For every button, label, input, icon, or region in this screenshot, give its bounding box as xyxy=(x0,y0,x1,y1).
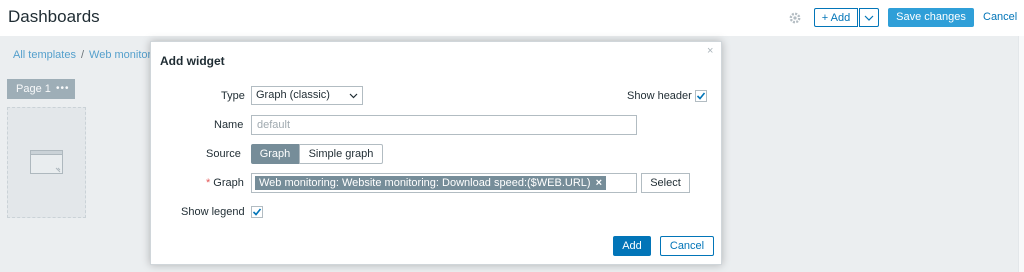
chevron-down-icon xyxy=(349,88,358,108)
gear-icon[interactable] xyxy=(788,11,802,25)
remove-chip-icon[interactable]: × xyxy=(596,177,602,189)
graph-label: * Graph xyxy=(206,177,244,189)
select-graph-button[interactable]: Select xyxy=(641,173,690,193)
add-button[interactable]: + Add xyxy=(814,8,858,27)
cancel-button[interactable]: Cancel xyxy=(660,236,714,256)
add-menu-button[interactable] xyxy=(859,8,879,27)
cancel-link[interactable]: Cancel xyxy=(983,11,1017,23)
graph-multiselect[interactable]: Web monitoring: Website monitoring: Down… xyxy=(251,173,637,193)
close-icon[interactable]: × xyxy=(707,45,713,57)
show-header-checkbox[interactable] xyxy=(695,90,707,102)
graph-chip: Web monitoring: Website monitoring: Down… xyxy=(255,176,607,190)
graph-label-text: Graph xyxy=(213,177,244,189)
type-label: Type xyxy=(221,90,245,102)
source-label: Source xyxy=(206,148,241,160)
show-header-label: Show header xyxy=(627,90,692,102)
show-legend-checkbox[interactable] xyxy=(251,206,263,218)
type-select-value: Graph (classic) xyxy=(256,89,330,101)
add-widget-dialog: Add widget × Type Graph (classic) Show h… xyxy=(150,41,722,265)
add-widget-button[interactable]: Add xyxy=(613,236,651,256)
top-header: Dashboards + Add Save changes Cancel xyxy=(0,0,1024,36)
show-legend-label: Show legend xyxy=(181,206,245,218)
checkmark-icon xyxy=(252,208,262,216)
source-graph-option[interactable]: Graph xyxy=(251,144,299,164)
checkmark-icon xyxy=(696,92,706,100)
type-select[interactable]: Graph (classic) xyxy=(251,86,363,105)
page-title: Dashboards xyxy=(8,7,100,26)
chevron-down-icon xyxy=(864,15,874,21)
required-marker: * xyxy=(206,177,211,189)
dialog-title: Add widget xyxy=(160,54,225,68)
name-label: Name xyxy=(214,119,244,131)
graph-chip-text: Web monitoring: Website monitoring: Down… xyxy=(259,177,591,189)
save-changes-button[interactable]: Save changes xyxy=(888,8,974,27)
name-input[interactable]: default xyxy=(251,115,637,135)
source-simple-graph-option[interactable]: Simple graph xyxy=(299,144,383,164)
